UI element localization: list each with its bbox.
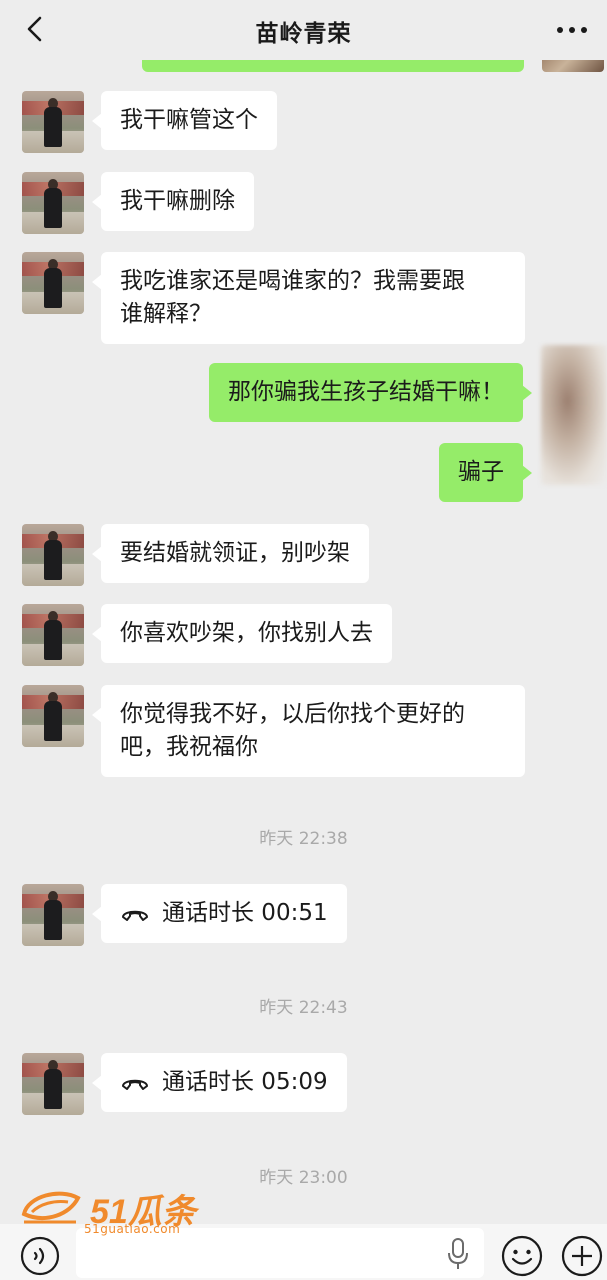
voice-mode-icon[interactable] bbox=[20, 1236, 60, 1276]
contact-avatar[interactable] bbox=[22, 884, 84, 946]
received-message[interactable]: 你喜欢吵架，你找别人去 bbox=[92, 604, 392, 663]
timestamp: 昨天 22:38 bbox=[259, 829, 348, 849]
received-message[interactable]: 我干嘛删除 bbox=[92, 172, 254, 231]
received-message[interactable]: 你觉得我不好，以后你找个更好的 吧，我祝福你 bbox=[92, 685, 525, 777]
watermark-logo: 51瓜条 51guatiao.com bbox=[20, 1180, 220, 1240]
timestamp: 昨天 22:43 bbox=[259, 998, 348, 1018]
chat-header: 苗岭青荣 bbox=[0, 0, 607, 60]
message-line: 吧，我祝福你 bbox=[120, 734, 258, 760]
contact-avatar[interactable] bbox=[22, 1053, 84, 1115]
self-avatar[interactable] bbox=[541, 345, 607, 485]
contact-avatar[interactable] bbox=[22, 604, 84, 666]
plus-circle-icon[interactable] bbox=[560, 1234, 604, 1278]
received-message[interactable]: 我干嘛管这个 bbox=[92, 91, 277, 150]
contact-avatar[interactable] bbox=[22, 252, 84, 314]
contact-avatar[interactable] bbox=[22, 524, 84, 586]
emoji-icon[interactable] bbox=[500, 1234, 544, 1278]
ellipsis-icon[interactable] bbox=[555, 26, 589, 34]
call-record-bubble[interactable]: 通话时长 00:51 bbox=[92, 884, 347, 943]
phone-icon bbox=[122, 1079, 148, 1090]
message-line: 你觉得我不好，以后你找个更好的 bbox=[120, 701, 465, 727]
received-message[interactable]: 我吃谁家还是喝谁家的？我需要跟 谁解释？ bbox=[92, 252, 525, 344]
call-record-bubble[interactable]: 通话时长 05:09 bbox=[92, 1053, 347, 1112]
contact-avatar[interactable] bbox=[22, 172, 84, 234]
contact-avatar[interactable] bbox=[22, 685, 84, 747]
message-line: 谁解释？ bbox=[120, 301, 212, 327]
phone-icon bbox=[122, 910, 148, 921]
chat-screen: 苗岭青荣 我干嘛管这个 我干嘛删除 我吃谁家还是喝谁家的？我需要跟 谁解释？ 那… bbox=[0, 0, 607, 1280]
message-line: 我吃谁家还是喝谁家的？我需要跟 bbox=[120, 268, 465, 294]
watermark-url: 51guatiao.com bbox=[84, 1222, 181, 1236]
microphone-icon[interactable] bbox=[445, 1237, 471, 1271]
melon-logo-icon bbox=[21, 1191, 81, 1224]
sent-message[interactable]: 骗子 bbox=[439, 443, 532, 502]
call-duration: 通话时长 05:09 bbox=[162, 1069, 328, 1095]
chat-title: 苗岭青荣 bbox=[255, 21, 352, 47]
call-duration: 通话时长 00:51 bbox=[162, 900, 328, 926]
received-message[interactable]: 要结婚就领证，别吵架 bbox=[92, 524, 369, 583]
sent-message[interactable]: 那你骗我生孩子结婚干嘛！ bbox=[209, 363, 532, 422]
contact-avatar[interactable] bbox=[22, 91, 84, 153]
